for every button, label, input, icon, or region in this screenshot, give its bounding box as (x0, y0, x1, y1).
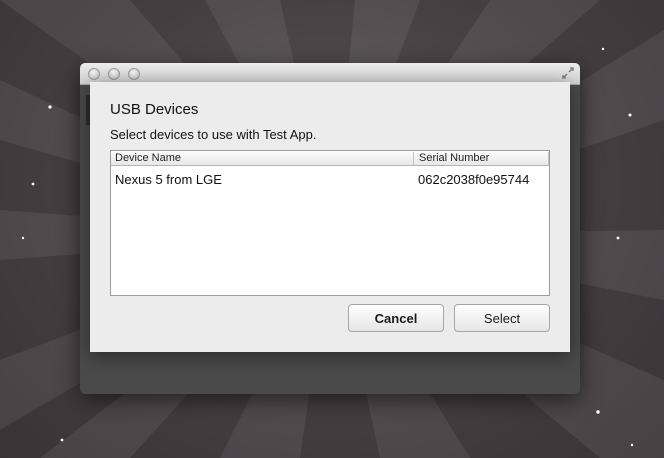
zoom-icon[interactable] (128, 68, 140, 80)
select-button[interactable]: Select (454, 304, 550, 332)
dialog-description: Select devices to use with Test App. (110, 127, 317, 142)
table-row[interactable]: Nexus 5 from LGE 062c2038f0e95744 (111, 170, 549, 188)
device-table[interactable]: Device Name Serial Number Nexus 5 from L… (110, 150, 550, 296)
dialog-title: USB Devices (110, 101, 199, 118)
serial-number-cell: 062c2038f0e95744 (418, 172, 530, 187)
minimize-icon[interactable] (108, 68, 120, 80)
column-header-serial-number[interactable]: Serial Number (413, 152, 489, 165)
close-icon[interactable] (88, 68, 100, 80)
cancel-button[interactable]: Cancel (348, 304, 444, 332)
usb-devices-dialog: USB Devices Select devices to use with T… (90, 82, 570, 352)
fullscreen-icon[interactable] (561, 66, 575, 80)
device-name-cell: Nexus 5 from LGE (115, 172, 222, 187)
column-header-device-name[interactable]: Device Name (115, 152, 181, 165)
table-header: Device Name Serial Number (111, 151, 549, 166)
header-divider (548, 152, 549, 165)
